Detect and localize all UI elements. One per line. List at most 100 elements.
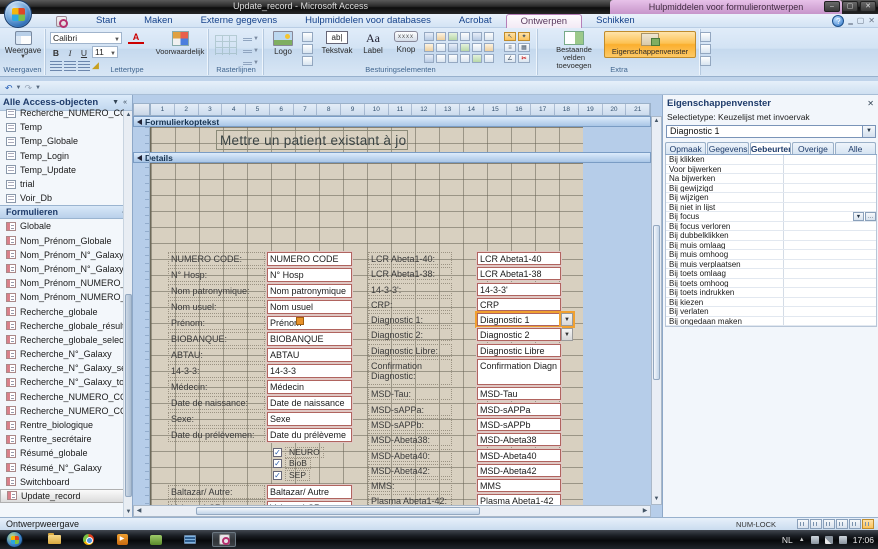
sidebar-scrollbar[interactable]: ▲ ▼	[123, 111, 132, 517]
knop-button[interactable]: xxxx Knop	[390, 31, 422, 54]
field-textbox[interactable]: MSD-Abeta40	[477, 448, 561, 462]
control-icon[interactable]	[460, 43, 470, 52]
field-label[interactable]: MSD-Abeta38:	[368, 433, 452, 447]
select-pointer-tool[interactable]: ↖	[504, 32, 516, 41]
list-item[interactable]: Temp_Globale	[0, 134, 124, 148]
weergave-button[interactable]: Weergave ▼	[5, 31, 41, 60]
detail-grid[interactable]: NUMERO CODE: NUMERO CODE N° Hosp: N° Hos…	[150, 163, 583, 517]
ribbon-tab[interactable]: Hulpmiddelen voor databases	[291, 14, 445, 28]
control-icon[interactable]	[436, 43, 446, 52]
field-label[interactable]: Prénom:	[168, 316, 265, 330]
field-label[interactable]: MSD-sAPPb:	[368, 417, 452, 431]
field-textbox[interactable]: MSD-Tau	[477, 387, 561, 401]
checkbox[interactable]: ✓	[273, 459, 282, 468]
property-tab[interactable]: Alle	[834, 142, 877, 154]
gridlines-icon[interactable]	[215, 35, 237, 55]
control-icon[interactable]	[472, 43, 482, 52]
datasheet-view-button[interactable]	[810, 519, 822, 529]
field-label[interactable]: Baltazar/ Autre:	[168, 485, 265, 499]
sidebar-section-formulieren[interactable]: Formulieren «	[0, 205, 132, 220]
tray-expand-icon[interactable]: ▲	[799, 537, 805, 543]
control-icon[interactable]	[460, 54, 470, 63]
control-icon[interactable]	[424, 32, 434, 41]
scroll-up-icon[interactable]: ▲	[652, 117, 661, 126]
field-label[interactable]: 14-3-3:	[168, 364, 265, 378]
underline-button[interactable]: U	[78, 47, 90, 58]
control-icon[interactable]	[484, 43, 494, 52]
property-value-cell[interactable]: ▼ …	[784, 184, 876, 193]
scroll-left-icon[interactable]: ◀	[134, 506, 144, 516]
scroll-down-icon[interactable]: ▼	[652, 495, 661, 504]
list-item[interactable]: Nom_Prénom_N°_Galaxy_1	[0, 262, 124, 276]
list-item[interactable]: Recherche_globale	[0, 304, 124, 318]
close-icon[interactable]: ✕	[867, 99, 874, 108]
list-item[interactable]: Switchboard	[0, 475, 124, 489]
field-textbox[interactable]: Diagnostic 1	[475, 311, 563, 329]
list-item[interactable]: Temp_Login	[0, 149, 124, 163]
list-item[interactable]: Temp_Update	[0, 163, 124, 177]
field-label[interactable]: Date du prélèvemen:	[168, 428, 265, 442]
form-view-button[interactable]	[797, 519, 809, 529]
taskbar-media-player-button[interactable]: ▶	[110, 532, 134, 547]
property-tab[interactable]: Overige	[792, 142, 834, 154]
line-thickness-button[interactable]: ∠	[504, 54, 516, 63]
control-icon[interactable]	[436, 32, 446, 41]
property-value-cell[interactable]: ▼ …	[784, 241, 876, 250]
list-item[interactable]: Nom_Prénom_N°_Galaxy	[0, 248, 124, 262]
property-value-cell[interactable]: ▼ …	[784, 307, 876, 316]
property-value-cell[interactable]: ▼ …	[784, 298, 876, 307]
action-center-icon[interactable]	[810, 535, 819, 544]
control-icon[interactable]	[460, 32, 470, 41]
field-textbox[interactable]: Médecin	[267, 380, 352, 394]
scrollbar-thumb[interactable]	[125, 293, 132, 497]
field-label[interactable]: MSD-sAPPa:	[368, 402, 452, 416]
combo-dropdown-icon[interactable]: ▼	[559, 311, 575, 329]
scroll-right-icon[interactable]: ▶	[640, 506, 650, 516]
shutter-close-icon[interactable]: «	[121, 99, 129, 106]
list-item[interactable]: Recherche_globale_select...	[0, 333, 124, 347]
object-selector-combo[interactable]: Diagnostic 1 ▼	[666, 125, 876, 138]
control-icon[interactable]	[484, 32, 494, 41]
list-item[interactable]: Rentre_biologique	[0, 418, 124, 432]
property-value-cell[interactable]: ▼ …	[784, 317, 876, 326]
pivotchart-view-button[interactable]	[836, 519, 848, 529]
ribbon-tab[interactable]: Schikken	[582, 14, 649, 28]
taskbar-network-button[interactable]	[144, 532, 168, 547]
property-value-cell[interactable]: ▼ …	[784, 269, 876, 278]
field-textbox[interactable]: MSD-sAPPb	[477, 417, 561, 431]
field-textbox[interactable]: Prénom	[267, 316, 352, 330]
network-icon[interactable]	[824, 535, 833, 544]
detail-section-bar[interactable]: Details	[133, 152, 651, 163]
taskbar-browser-button[interactable]	[76, 532, 100, 547]
list-item[interactable]: Recherche_N°_Galaxy_tout...	[0, 375, 124, 389]
field-textbox[interactable]: Sexe	[267, 412, 352, 426]
field-textbox[interactable]: N° Hosp	[267, 268, 352, 282]
field-label[interactable]: Diagnostic 2:	[368, 328, 452, 342]
field-label[interactable]: LCR Abeta1-40:	[368, 252, 452, 265]
field-label[interactable]: Diagnostic 1:	[368, 313, 452, 327]
ribbon-tab[interactable]: Acrobat	[445, 14, 506, 28]
field-textbox[interactable]: Date de naissance	[267, 396, 352, 410]
ribbon-tab[interactable]: Start	[82, 14, 130, 28]
start-button[interactable]	[6, 531, 23, 548]
property-value-cell[interactable]: ▼ …	[784, 203, 876, 212]
list-item[interactable]: Nom_Prénom_NUMERO_C...	[0, 276, 124, 290]
field-textbox[interactable]: Confirmation Diagn	[477, 359, 561, 386]
field-textbox[interactable]: ABTAU	[267, 348, 352, 362]
tab-order-button[interactable]: ≡	[504, 43, 516, 52]
voorwaardelijk-button[interactable]: Voorwaardelijk	[154, 31, 206, 56]
language-indicator[interactable]: NL	[782, 535, 793, 545]
field-label[interactable]: ABTAU:	[168, 348, 265, 362]
use-wizards-toggle[interactable]: ✦	[518, 32, 530, 41]
field-textbox[interactable]: MSD-Abeta38	[477, 433, 561, 447]
field-label[interactable]: Diagnostic Libre:	[368, 343, 452, 357]
chevron-down-icon[interactable]: ▼	[853, 212, 864, 221]
field-textbox[interactable]: MMS	[477, 479, 561, 493]
field-textbox[interactable]: LCR Abeta1-40	[477, 252, 561, 265]
list-item[interactable]: trial	[0, 177, 124, 191]
field-textbox[interactable]: MSD-Abeta42	[477, 463, 561, 477]
list-item[interactable]: Nom_Prénom_NUMERO_C...	[0, 290, 124, 304]
checkbox-label[interactable]: NEURO	[285, 446, 324, 458]
font-color-button[interactable]: A	[128, 32, 144, 44]
list-item[interactable]: Globale	[0, 219, 124, 233]
